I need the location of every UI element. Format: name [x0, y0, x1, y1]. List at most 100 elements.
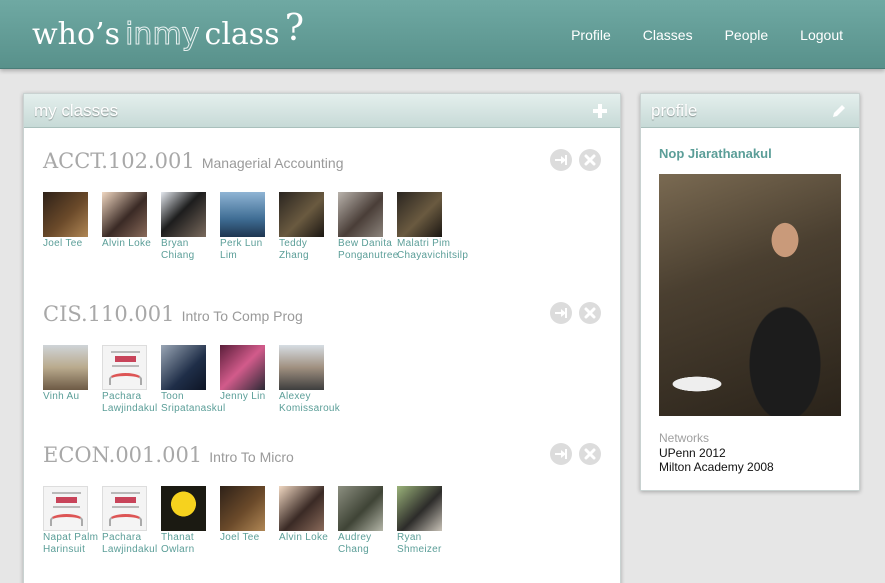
close-icon	[584, 154, 596, 166]
logo-word-inmy: inmy	[125, 17, 200, 53]
classmate-item[interactable]: Vinh Au	[43, 345, 102, 415]
nav-classes-link[interactable]: Classes	[643, 27, 693, 43]
classmate-name-link[interactable]: Pachara Lawjindakul	[102, 391, 162, 415]
logo-question-mark: ?	[284, 8, 304, 49]
classmate-avatar[interactable]	[338, 192, 383, 237]
network-item: Milton Academy 2008	[659, 460, 774, 474]
classmate-name-link[interactable]: Alvin Loke	[102, 238, 162, 250]
classmate-item[interactable]: Teddy Zhang	[279, 192, 338, 262]
classmate-avatar[interactable]	[338, 486, 383, 531]
profile-header: profile	[641, 94, 859, 128]
enter-class-button[interactable]	[550, 443, 572, 465]
classmate-item[interactable]: Alexey Komissarouk	[279, 345, 340, 415]
profile-photo	[659, 174, 841, 416]
classmate-name-link[interactable]: Vinh Au	[43, 391, 103, 403]
course-code: CIS.110.001	[43, 302, 175, 326]
classmate-avatar[interactable]	[102, 486, 147, 531]
course-name: Managerial Accounting	[201, 155, 344, 171]
classmate-item[interactable]: Joel Tee	[220, 486, 279, 556]
classmate-avatar[interactable]	[279, 486, 324, 531]
classmate-name-link[interactable]: Alvin Loke	[279, 532, 339, 544]
logo-word-whos: who’s	[32, 17, 120, 52]
my-classes-panel: my classes ACCT.102.001 Managerial Accou…	[23, 93, 621, 583]
close-icon	[584, 448, 596, 460]
classmate-item[interactable]: Bew Danita Ponganutree	[338, 192, 398, 262]
classmate-item[interactable]: Joel Tee	[43, 192, 102, 262]
profile-name-link[interactable]: Nop Jiarathanakul	[659, 146, 772, 161]
classmate-name-link[interactable]: Bew Danita Ponganutree	[338, 238, 398, 262]
classmate-avatar[interactable]	[220, 345, 265, 390]
classmate-item[interactable]: Toon Sripatanaskul	[161, 345, 225, 415]
networks-label: Networks	[659, 431, 710, 445]
pencil-icon[interactable]	[831, 103, 847, 119]
nav-people-link[interactable]: People	[725, 27, 769, 43]
classmate-name-link[interactable]: Toon Sripatanaskul	[161, 391, 225, 415]
nav-profile-link[interactable]: Profile	[571, 27, 611, 43]
classmate-avatar[interactable]	[161, 345, 206, 390]
classmate-name-link[interactable]: Napat Palm Harinsuit	[43, 532, 103, 556]
classmate-name-link[interactable]: Ryan Shmeizer	[397, 532, 457, 556]
my-classes-title: my classes	[34, 101, 119, 120]
classmate-avatar[interactable]	[102, 345, 147, 390]
classmate-item[interactable]: Ryan Shmeizer	[397, 486, 456, 556]
course-title[interactable]: ECON.001.001 Intro To Micro	[43, 443, 294, 467]
classmates-list: Napat Palm Harinsuit Pachara Lawjindakul T…	[43, 486, 456, 556]
classmate-name-link[interactable]: Alexey Komissarouk	[279, 391, 340, 415]
classmates-list: Vinh Au Pachara Lawjindakul Toon Sripatana…	[43, 345, 340, 415]
classmate-item[interactable]: Audrey Chang	[338, 486, 397, 556]
classmate-avatar[interactable]	[397, 486, 442, 531]
profile-title: profile	[651, 101, 698, 120]
classmate-item[interactable]: Bryan Chiang	[161, 192, 220, 262]
classmate-item[interactable]: Thanat Owlarn	[161, 486, 220, 556]
course-title[interactable]: CIS.110.001 Intro To Comp Prog	[43, 302, 303, 326]
classmate-avatar[interactable]	[43, 345, 88, 390]
classmate-item[interactable]: Napat Palm Harinsuit	[43, 486, 102, 556]
classmate-name-link[interactable]: Teddy Zhang	[279, 238, 339, 262]
classmate-avatar[interactable]	[279, 345, 324, 390]
classmate-item[interactable]: Malatri Pim Chayavichitsilp	[397, 192, 468, 262]
classmate-avatar[interactable]	[220, 486, 265, 531]
classmate-name-link[interactable]: Joel Tee	[43, 238, 103, 250]
classmate-avatar[interactable]	[220, 192, 265, 237]
classmate-avatar[interactable]	[102, 192, 147, 237]
plus-icon[interactable]	[592, 103, 608, 119]
enter-icon	[555, 449, 567, 459]
classmate-name-link[interactable]: Malatri Pim Chayavichitsilp	[397, 238, 468, 262]
classmate-avatar[interactable]	[397, 192, 442, 237]
remove-class-button[interactable]	[579, 443, 601, 465]
classmate-item[interactable]: Perk Lun Lim	[220, 192, 279, 262]
classmate-avatar[interactable]	[43, 192, 88, 237]
classmate-name-link[interactable]: Pachara Lawjindakul	[102, 532, 162, 556]
classmate-avatar[interactable]	[43, 486, 88, 531]
enter-class-button[interactable]	[550, 302, 572, 324]
classmate-item[interactable]: Pachara Lawjindakul	[102, 345, 161, 415]
nav-logout-link[interactable]: Logout	[800, 27, 843, 43]
classmate-name-link[interactable]: Bryan Chiang	[161, 238, 221, 262]
top-bar: who’s inmy class ? Profile Classes Peopl…	[0, 0, 885, 69]
classmate-avatar[interactable]	[161, 192, 206, 237]
site-logo[interactable]: who’s inmy class ?	[32, 8, 304, 56]
close-icon	[584, 307, 596, 319]
classmate-avatar[interactable]	[161, 486, 206, 531]
enter-icon	[555, 155, 567, 165]
classmate-item[interactable]: Alvin Loke	[279, 486, 338, 556]
enter-class-button[interactable]	[550, 149, 572, 171]
logo-word-class: class	[204, 17, 280, 52]
remove-class-button[interactable]	[579, 302, 601, 324]
classmate-name-link[interactable]: Thanat Owlarn	[161, 532, 221, 556]
classmate-item[interactable]: Jenny Lin	[220, 345, 279, 415]
classmate-name-link[interactable]: Joel Tee	[220, 532, 280, 544]
classmates-list: Joel Tee Alvin Loke Bryan Chiang Perk Lun L…	[43, 192, 468, 262]
classmate-item[interactable]: Alvin Loke	[102, 192, 161, 262]
course-name: Intro To Comp Prog	[181, 308, 303, 324]
profile-panel: profile Nop Jiarathanakul Networks UPenn…	[640, 93, 860, 491]
classmate-name-link[interactable]: Audrey Chang	[338, 532, 398, 556]
classmate-avatar[interactable]	[279, 192, 324, 237]
remove-class-button[interactable]	[579, 149, 601, 171]
classmate-name-link[interactable]: Jenny Lin	[220, 391, 280, 403]
course-code: ACCT.102.001	[43, 149, 195, 173]
classmate-item[interactable]: Pachara Lawjindakul	[102, 486, 161, 556]
classmate-name-link[interactable]: Perk Lun Lim	[220, 238, 280, 262]
course-title[interactable]: ACCT.102.001 Managerial Accounting	[43, 149, 344, 173]
course-name: Intro To Micro	[209, 449, 294, 465]
